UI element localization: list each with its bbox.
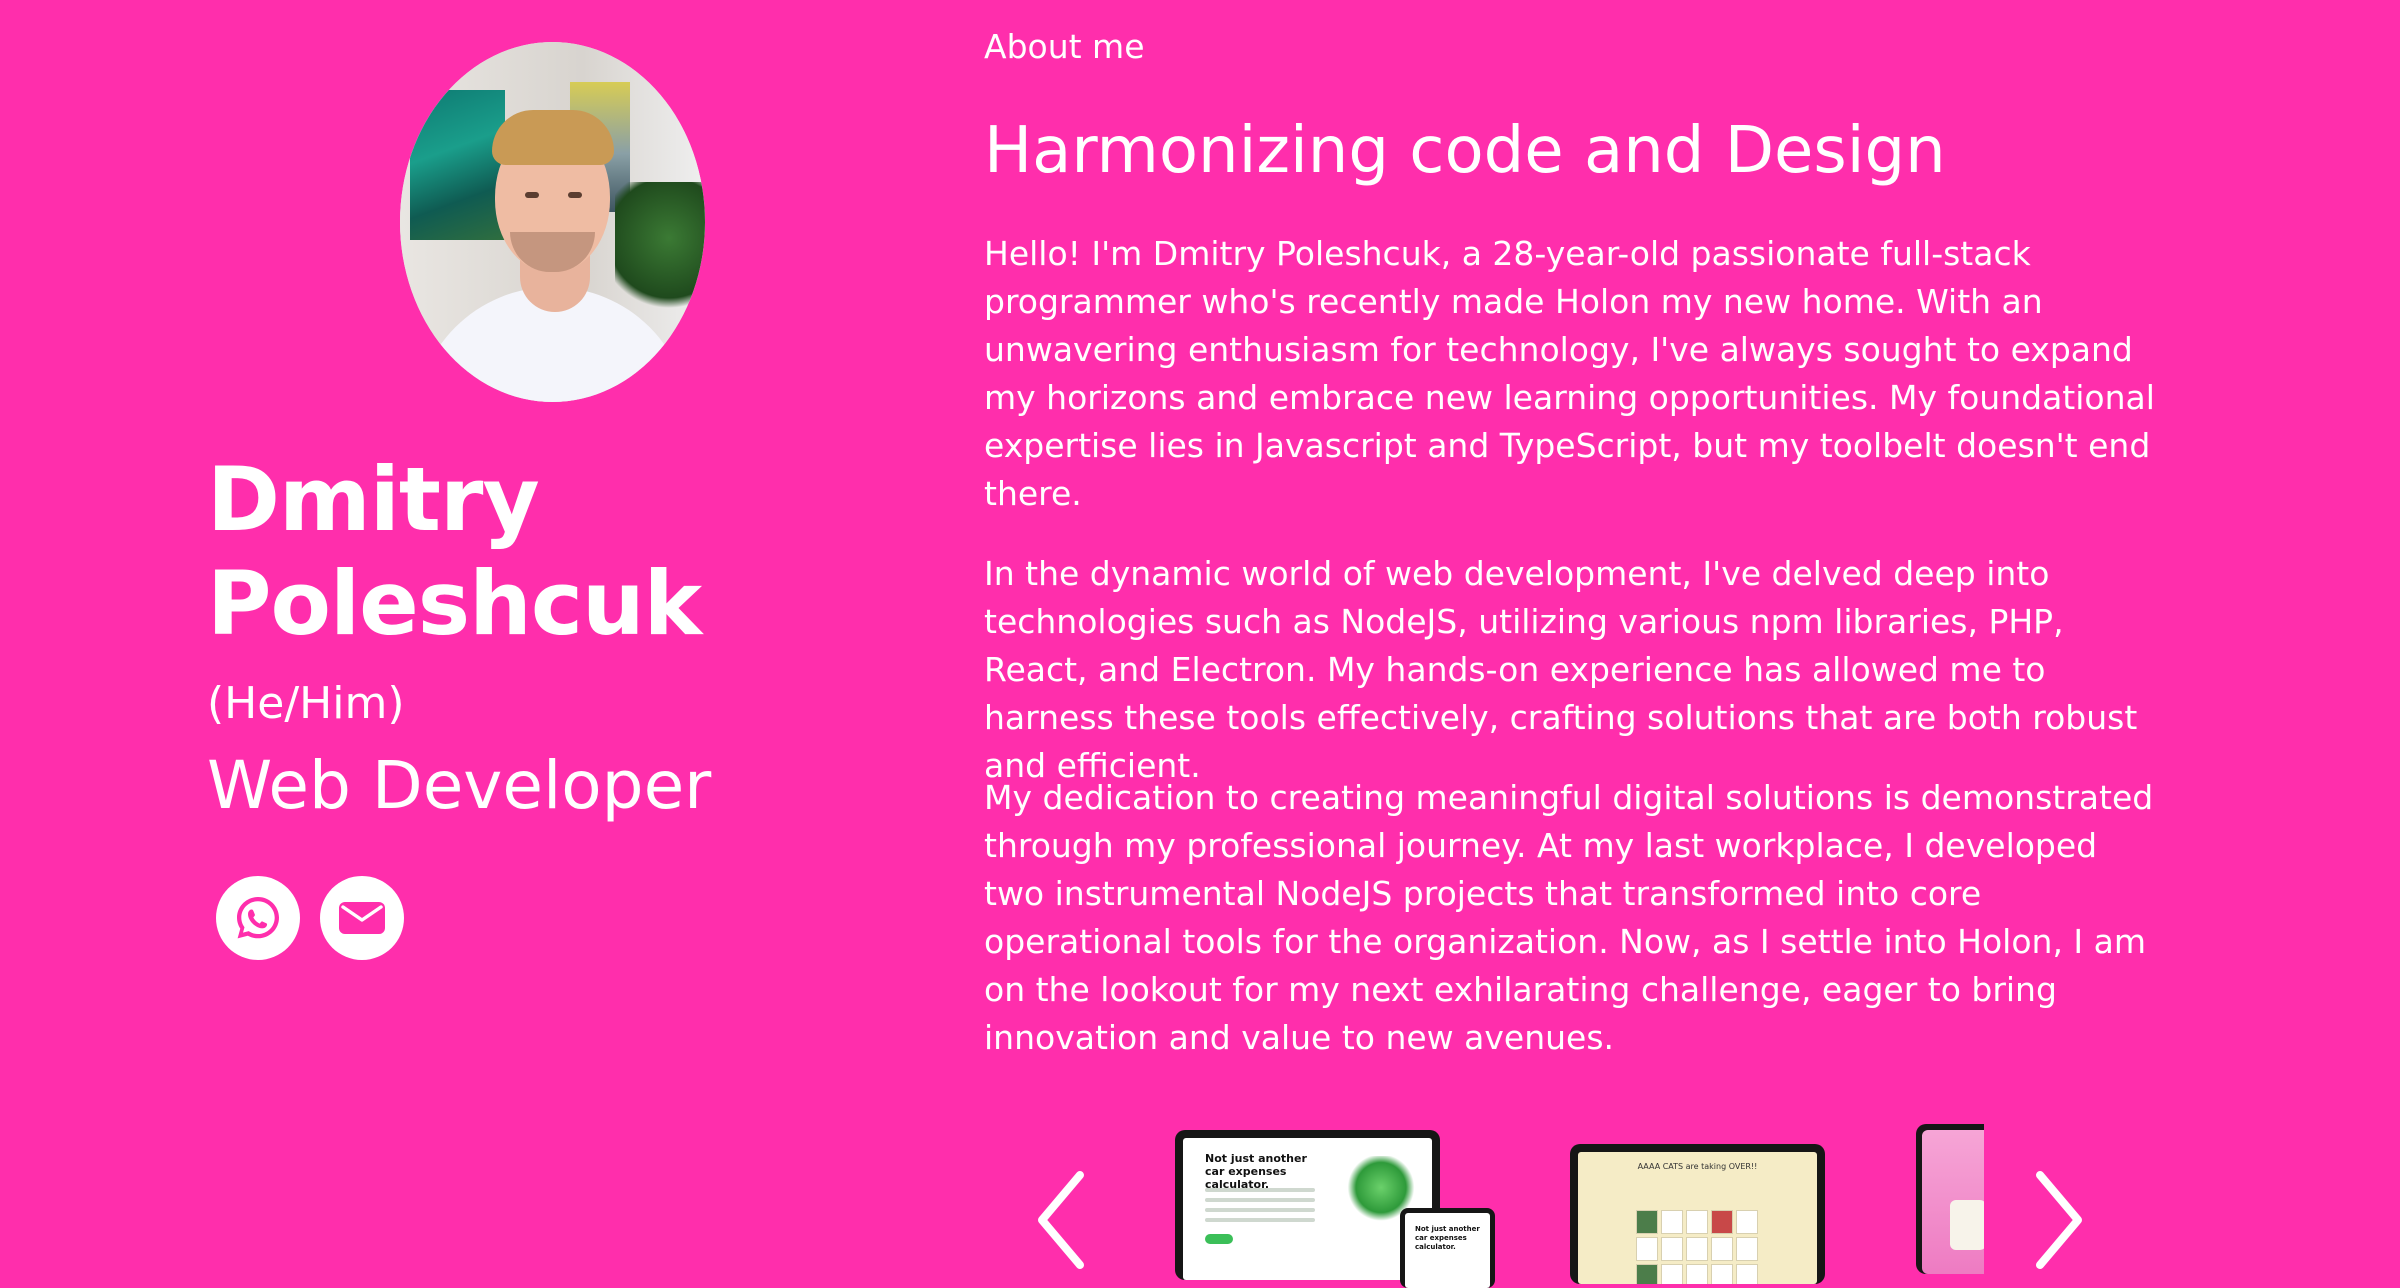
photo-eye — [525, 192, 539, 198]
projects-carousel: Not just another car expenses calculator… — [1030, 1120, 2110, 1288]
profile-name-last: Poleshcuk — [207, 552, 702, 655]
section-label: About me — [984, 27, 1145, 66]
slide-title: Not just another car expenses calculator… — [1415, 1225, 1480, 1251]
profile-column: Dmitry Poleshcuk (He/Him) Web Developer — [0, 0, 900, 1260]
about-paragraph: My dedication to creating meaningful dig… — [984, 778, 2154, 1057]
carousel-prev-button[interactable] — [1030, 1170, 1090, 1270]
cats-grid — [1636, 1210, 1762, 1284]
profile-pronouns: (He/Him) — [207, 678, 405, 729]
project-slide[interactable]: AAAA CATS are taking OVER!! — [1570, 1144, 1825, 1284]
whatsapp-icon — [237, 897, 279, 939]
photo-hair — [492, 110, 614, 165]
slide-screen: Not just another car expenses calculator… — [1405, 1213, 1490, 1288]
slide-screen: Not just another car expenses calculator… — [1183, 1138, 1432, 1280]
slide-screen: AAAA CATS are taking OVER!! — [1578, 1152, 1817, 1284]
slide-screen — [1922, 1130, 1984, 1274]
photo-painting — [410, 90, 505, 240]
profile-name: Dmitry Poleshcuk — [207, 448, 702, 656]
photo-plant — [615, 182, 705, 322]
slide-button — [1205, 1234, 1233, 1244]
mail-icon — [339, 902, 385, 934]
project-slide-mobile[interactable]: Not just another car expenses calculator… — [1400, 1208, 1495, 1288]
profile-name-first: Dmitry — [207, 448, 540, 551]
chevron-right-icon — [2036, 1171, 2082, 1269]
photo-eye — [568, 192, 582, 198]
slide-title: Not just another car expenses calculator… — [1205, 1152, 1307, 1191]
about-paragraph: Hello! I'm Dmitry Poleshcuk, a 28-year-o… — [984, 234, 2155, 513]
slide-title: AAAA CATS are taking OVER!! — [1637, 1162, 1758, 1171]
carousel-next-button[interactable] — [2030, 1170, 2090, 1270]
profile-photo — [400, 42, 705, 402]
slide-text-lines — [1205, 1188, 1315, 1228]
about-paragraph: In the dynamic world of web development,… — [984, 554, 2138, 785]
whatsapp-button[interactable] — [216, 876, 300, 960]
project-slide[interactable] — [1916, 1124, 1984, 1274]
profile-role: Web Developer — [207, 747, 712, 824]
slide-card — [1950, 1200, 1984, 1250]
about-headline: Harmonizing code and Design — [984, 114, 1946, 188]
mail-button[interactable] — [320, 876, 404, 960]
chevron-left-icon — [1038, 1171, 1084, 1269]
